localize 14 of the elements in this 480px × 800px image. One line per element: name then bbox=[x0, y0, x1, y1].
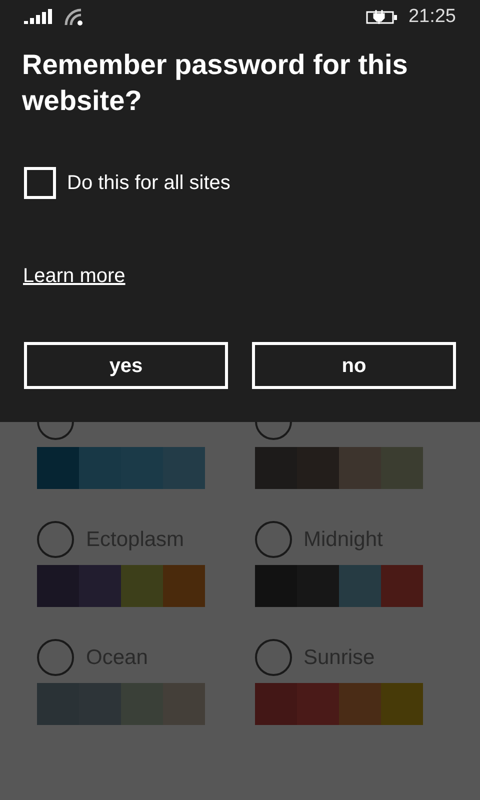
battery-charging-icon bbox=[366, 9, 398, 25]
dialog-title: Remember password for this website? bbox=[21, 48, 409, 118]
radio-button[interactable] bbox=[254, 639, 292, 676]
signal-icon bbox=[24, 9, 54, 25]
checkbox-label[interactable]: Do this for all sites bbox=[67, 168, 230, 198]
checkbox[interactable] bbox=[24, 167, 56, 199]
learn-more-link[interactable]: Learn more bbox=[23, 261, 126, 291]
clock-time: 21:25 bbox=[408, 4, 456, 29]
radio-button[interactable] bbox=[37, 521, 74, 558]
radio-button[interactable] bbox=[254, 521, 292, 558]
radio-button[interactable] bbox=[37, 639, 74, 676]
wifi-icon bbox=[64, 8, 84, 26]
no-button[interactable]: no bbox=[252, 342, 456, 389]
yes-button[interactable]: yes bbox=[24, 342, 228, 389]
